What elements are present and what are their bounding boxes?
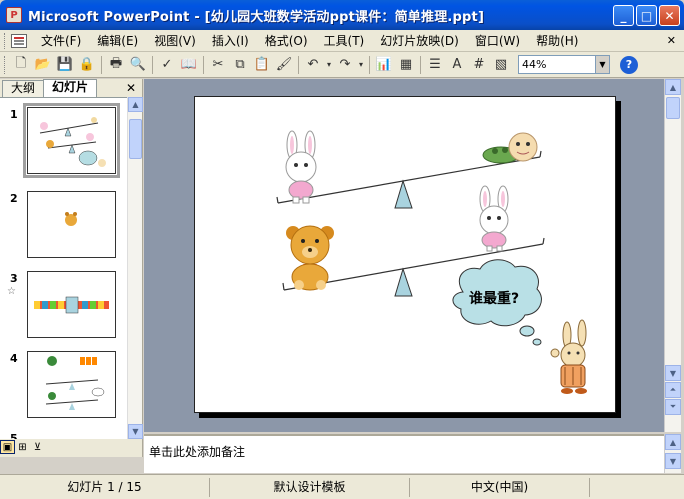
turtle-top-right <box>482 132 538 164</box>
status-bar: 幻灯片 1 / 15 默认设计模板 中文(中国) <box>0 474 684 499</box>
pane-tabs: 大纲 幻灯片 ✕ <box>0 79 142 97</box>
insert-table-icon[interactable]: ▦ <box>395 54 417 76</box>
save-icon[interactable]: 💾 <box>54 54 76 76</box>
notes-placeholder[interactable]: 单击此处添加备注 <box>149 445 245 459</box>
menu-bar: 文件(F) 编辑(E) 视图(V) 插入(I) 格式(O) 工具(T) 幻灯片放… <box>0 30 684 52</box>
view-buttons: ▣ ⊞ ⊻ <box>0 439 142 455</box>
menu-tools[interactable]: 工具(T) <box>316 31 373 51</box>
close-button[interactable]: ✕ <box>659 5 680 26</box>
menu-grip[interactable] <box>4 32 7 49</box>
expand-all-icon[interactable]: ☰ <box>424 54 446 76</box>
menu-slideshow[interactable]: 幻灯片放映(D) <box>372 31 467 51</box>
paste-icon[interactable]: 📋 <box>251 54 273 76</box>
thumbnail-preview[interactable] <box>27 191 116 258</box>
chevron-down-icon[interactable]: ▼ <box>595 56 609 73</box>
notes-pane[interactable]: 单击此处添加备注 <box>144 434 664 473</box>
scroll-up-icon[interactable]: ▲ <box>128 97 143 112</box>
menu-format[interactable]: 格式(O) <box>257 31 316 51</box>
slide-editor: 谁最重? <box>144 79 664 432</box>
thumbnail-preview[interactable] <box>27 351 116 418</box>
pane-close-icon[interactable]: ✕ <box>126 81 136 95</box>
menu-help[interactable]: 帮助(H) <box>528 31 586 51</box>
standard-toolbar: 🗋 📂 💾 🔒 🖶 🔍 ✓ 📖 ✂ ⧉ 📋 🖌 ↶ ▾ ↷ ▾ 📊 ▦ ☰ A … <box>0 52 684 78</box>
slides-pane: 大纲 幻灯片 ✕ 1 2 3 ☆ 4 5 ▲ ▼ ▣ ⊞ ⊻ <box>0 79 143 457</box>
language-indicator: 中文(中国) <box>410 477 590 497</box>
scroll-up-icon[interactable]: ▲ <box>665 434 681 450</box>
permission-icon[interactable]: 🔒 <box>76 54 98 76</box>
animation-star-icon: ☆ <box>7 286 16 297</box>
redo-dropdown-icon[interactable]: ▾ <box>356 54 366 76</box>
document-icon[interactable] <box>11 33 27 48</box>
scroll-thumb[interactable] <box>666 97 680 119</box>
notes-scrollbar[interactable]: ▲ ▼ <box>664 434 681 473</box>
format-painter-icon[interactable]: 🖌 <box>273 54 295 76</box>
print-preview-icon[interactable]: 🔍 <box>127 54 149 76</box>
title-bar: P Microsoft PowerPoint - [幼儿园大班数学活动ppt课件… <box>0 0 684 30</box>
bunny-character <box>550 319 587 394</box>
slide-scrollbar[interactable]: ▲ ▼ ⏶ ⏷ <box>664 79 681 432</box>
slide-sorter-view-icon[interactable]: ⊞ <box>15 440 30 454</box>
undo-icon[interactable]: ↶ <box>302 54 324 76</box>
minimize-button[interactable]: _ <box>613 5 634 26</box>
tab-outline[interactable]: 大纲 <box>2 80 45 97</box>
undo-dropdown-icon[interactable]: ▾ <box>324 54 334 76</box>
thumbnail-preview[interactable] <box>27 271 116 338</box>
current-slide[interactable]: 谁最重? <box>194 96 616 413</box>
previous-slide-icon[interactable]: ⏶ <box>665 382 681 398</box>
design-template[interactable]: 默认设计模板 <box>210 477 410 497</box>
redo-icon[interactable]: ↷ <box>334 54 356 76</box>
thumbnail-list: 1 2 3 ☆ 4 5 <box>0 97 127 439</box>
scroll-down-icon[interactable]: ▼ <box>128 424 143 439</box>
normal-view-icon[interactable]: ▣ <box>0 440 15 454</box>
scroll-up-icon[interactable]: ▲ <box>665 79 681 95</box>
color-grayscale-icon[interactable]: ▧ <box>490 54 512 76</box>
tab-slides[interactable]: 幻灯片 <box>43 79 98 97</box>
next-slide-icon[interactable]: ⏷ <box>665 399 681 415</box>
new-icon[interactable]: 🗋 <box>10 54 32 76</box>
window-title: Microsoft PowerPoint - [幼儿园大班数学活动ppt课件：简… <box>28 9 485 25</box>
menu-window[interactable]: 窗口(W) <box>467 31 528 51</box>
cut-icon[interactable]: ✂ <box>207 54 229 76</box>
slide-position: 幻灯片 1 / 15 <box>0 477 210 497</box>
powerpoint-icon[interactable]: P <box>6 7 22 23</box>
maximize-button[interactable]: □ <box>636 5 657 26</box>
menu-view[interactable]: 视图(V) <box>146 31 204 51</box>
menu-insert[interactable]: 插入(I) <box>204 31 257 51</box>
help-icon[interactable]: ? <box>620 55 638 74</box>
menu-edit[interactable]: 编辑(E) <box>89 31 146 51</box>
top-fulcrum <box>394 179 413 209</box>
zoom-select[interactable]: 44% ▼ <box>518 55 610 74</box>
copy-icon[interactable]: ⧉ <box>229 54 251 76</box>
insert-chart-icon[interactable]: 📊 <box>373 54 395 76</box>
toolbar-grip[interactable] <box>4 55 7 74</box>
bunny-bottom-right <box>479 185 509 252</box>
slideshow-view-icon[interactable]: ⊻ <box>30 440 45 454</box>
show-grid-icon[interactable]: # <box>468 54 490 76</box>
zoom-value: 44% <box>522 58 547 71</box>
bubble-text[interactable]: 谁最重? <box>469 288 519 308</box>
show-formatting-icon[interactable]: A <box>446 54 468 76</box>
bear-left <box>286 225 334 291</box>
scroll-down-icon[interactable]: ▼ <box>665 365 681 381</box>
menu-file[interactable]: 文件(F) <box>33 31 89 51</box>
scroll-thumb[interactable] <box>129 119 142 159</box>
spelling-icon[interactable]: ✓ <box>156 54 178 76</box>
thumbnail-preview[interactable] <box>23 103 120 178</box>
open-icon[interactable]: 📂 <box>32 54 54 76</box>
thumbnail-scrollbar[interactable]: ▲ ▼ <box>127 97 143 439</box>
bottom-fulcrum <box>394 267 413 297</box>
bunny-top-left <box>285 130 317 204</box>
doc-close-button[interactable]: ✕ <box>667 34 676 47</box>
research-icon[interactable]: 📖 <box>178 54 200 76</box>
print-icon[interactable]: 🖶 <box>105 54 127 76</box>
scroll-down-icon[interactable]: ▼ <box>665 453 681 469</box>
